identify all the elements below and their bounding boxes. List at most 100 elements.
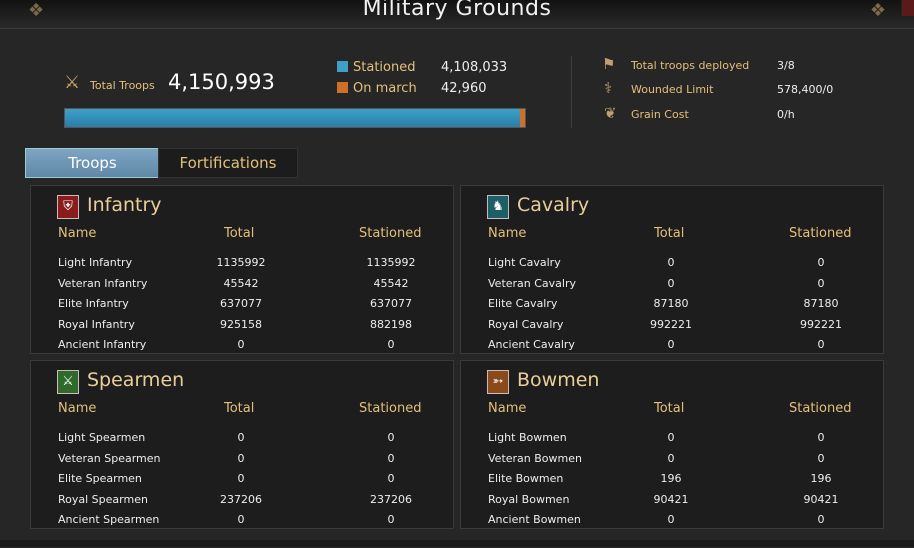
row-stationed: 0 bbox=[817, 431, 825, 444]
grain-icon: ❦ bbox=[604, 104, 617, 122]
row-stationed: 90421 bbox=[803, 493, 839, 506]
row-stationed: 0 bbox=[817, 452, 825, 465]
legend-stationed: Stationed bbox=[337, 60, 415, 75]
row-stationed: 196 bbox=[810, 472, 832, 485]
row-name: Royal Bowmen bbox=[488, 493, 570, 506]
troop-card-bowmen: ➳ Bowmen Name Total Stationed Light Bowme… bbox=[460, 360, 884, 529]
troop-progress-bar bbox=[64, 108, 526, 128]
row-name: Elite Cavalry bbox=[488, 297, 558, 310]
column-header-total: Total bbox=[654, 401, 685, 416]
row-total: 0 bbox=[237, 338, 245, 351]
flag-icon: ⚑ bbox=[602, 55, 616, 73]
row-total: 0 bbox=[237, 513, 245, 526]
row-name: Elite Infantry bbox=[58, 297, 129, 310]
row-name: Ancient Spearmen bbox=[58, 513, 160, 526]
row-total: 87180 bbox=[653, 297, 689, 310]
row-stationed: 0 bbox=[817, 256, 825, 269]
row-total: 0 bbox=[667, 338, 675, 351]
tab-troops[interactable]: Troops bbox=[25, 148, 160, 178]
legend-on-march: On march bbox=[337, 81, 417, 96]
bow-icon: ➳ bbox=[487, 370, 509, 394]
window-title: Military Grounds bbox=[362, 0, 552, 21]
row-name: Elite Spearmen bbox=[58, 472, 142, 485]
row-name: Ancient Cavalry bbox=[488, 338, 575, 351]
row-total: 45542 bbox=[223, 277, 259, 290]
row-name: Veteran Cavalry bbox=[488, 277, 577, 290]
column-header-total: Total bbox=[224, 401, 255, 416]
row-name: Light Infantry bbox=[58, 256, 133, 269]
tab-fortifications[interactable]: Fortifications bbox=[158, 148, 298, 178]
column-header-total: Total bbox=[224, 226, 255, 241]
troop-card-infantry: ⛨ Infantry Name Total Stationed Light Inf… bbox=[30, 185, 454, 354]
column-header-name: Name bbox=[488, 226, 527, 241]
shield-icon: ⛨ bbox=[57, 195, 79, 219]
row-stationed: 0 bbox=[387, 472, 395, 485]
on-march-fill bbox=[520, 109, 525, 127]
row-stationed: 992221 bbox=[800, 318, 842, 331]
horse-icon: ♞ bbox=[487, 195, 509, 219]
card-title: Infantry bbox=[87, 194, 162, 216]
row-name: Ancient Infantry bbox=[58, 338, 147, 351]
troop-card-spearmen: ⚔ Spearmen Name Total Stationed Light Spe… bbox=[30, 360, 454, 529]
row-total: 196 bbox=[660, 472, 682, 485]
deployed-value: 3/8 bbox=[777, 59, 795, 72]
row-total: 0 bbox=[667, 431, 675, 444]
row-total: 0 bbox=[667, 277, 675, 290]
row-stationed: 637077 bbox=[370, 297, 412, 310]
card-title: Cavalry bbox=[517, 194, 590, 216]
row-stationed: 1135992 bbox=[366, 256, 416, 269]
row-stationed: 87180 bbox=[803, 297, 839, 310]
title-bar: ❖ Military Grounds ❖ bbox=[0, 0, 914, 29]
bottom-strip bbox=[0, 540, 914, 547]
row-total: 0 bbox=[667, 452, 675, 465]
wounded-limit-value: 578,400/0 bbox=[777, 83, 834, 96]
crossed-spears-icon: ⚔ bbox=[57, 370, 79, 394]
deployed-label: Total troops deployed bbox=[631, 59, 750, 72]
column-header-stationed: Stationed bbox=[789, 226, 852, 241]
column-header-stationed: Stationed bbox=[789, 401, 852, 416]
column-header-total: Total bbox=[654, 226, 685, 241]
row-total: 0 bbox=[667, 256, 675, 269]
row-stationed: 0 bbox=[817, 277, 825, 290]
row-total: 1135992 bbox=[216, 256, 266, 269]
row-name: Royal Spearmen bbox=[58, 493, 148, 506]
row-name: Ancient Bowmen bbox=[488, 513, 581, 526]
grain-cost-label: Grain Cost bbox=[631, 108, 689, 121]
medicine-bag-icon: ⚕ bbox=[604, 79, 613, 97]
stationed-fill bbox=[65, 109, 520, 127]
row-stationed: 0 bbox=[387, 452, 395, 465]
row-total: 0 bbox=[237, 431, 245, 444]
row-stationed: 45542 bbox=[373, 277, 409, 290]
row-total: 0 bbox=[237, 452, 245, 465]
row-stationed: 0 bbox=[817, 338, 825, 351]
row-name: Veteran Spearmen bbox=[58, 452, 161, 465]
row-stationed: 0 bbox=[387, 431, 395, 444]
row-name: Veteran Bowmen bbox=[488, 452, 582, 465]
row-name: Elite Bowmen bbox=[488, 472, 564, 485]
on-march-swatch bbox=[337, 82, 348, 93]
troops-icon: ⚔ bbox=[64, 72, 81, 93]
row-name: Royal Cavalry bbox=[488, 318, 564, 331]
stationed-swatch bbox=[337, 61, 348, 72]
row-total: 237206 bbox=[220, 493, 262, 506]
close-button[interactable] bbox=[901, 0, 914, 16]
row-stationed: 0 bbox=[387, 513, 395, 526]
ornament-right-icon: ❖ bbox=[869, 0, 886, 21]
column-header-name: Name bbox=[58, 226, 97, 241]
column-header-stationed: Stationed bbox=[359, 226, 422, 241]
on-march-label: On march bbox=[353, 81, 417, 96]
row-name: Light Cavalry bbox=[488, 256, 561, 269]
row-total: 0 bbox=[667, 513, 675, 526]
row-name: Veteran Infantry bbox=[58, 277, 148, 290]
row-name: Light Spearmen bbox=[58, 431, 146, 444]
column-header-name: Name bbox=[58, 401, 97, 416]
row-total: 0 bbox=[237, 472, 245, 485]
row-stationed: 0 bbox=[387, 338, 395, 351]
stationed-label: Stationed bbox=[353, 60, 416, 75]
row-name: Light Bowmen bbox=[488, 431, 567, 444]
card-title: Spearmen bbox=[87, 369, 185, 391]
row-stationed: 0 bbox=[817, 513, 825, 526]
row-name: Royal Infantry bbox=[58, 318, 135, 331]
troop-card-cavalry: ♞ Cavalry Name Total Stationed Light Cava… bbox=[460, 185, 884, 354]
total-troops-label: Total Troops bbox=[90, 79, 155, 92]
